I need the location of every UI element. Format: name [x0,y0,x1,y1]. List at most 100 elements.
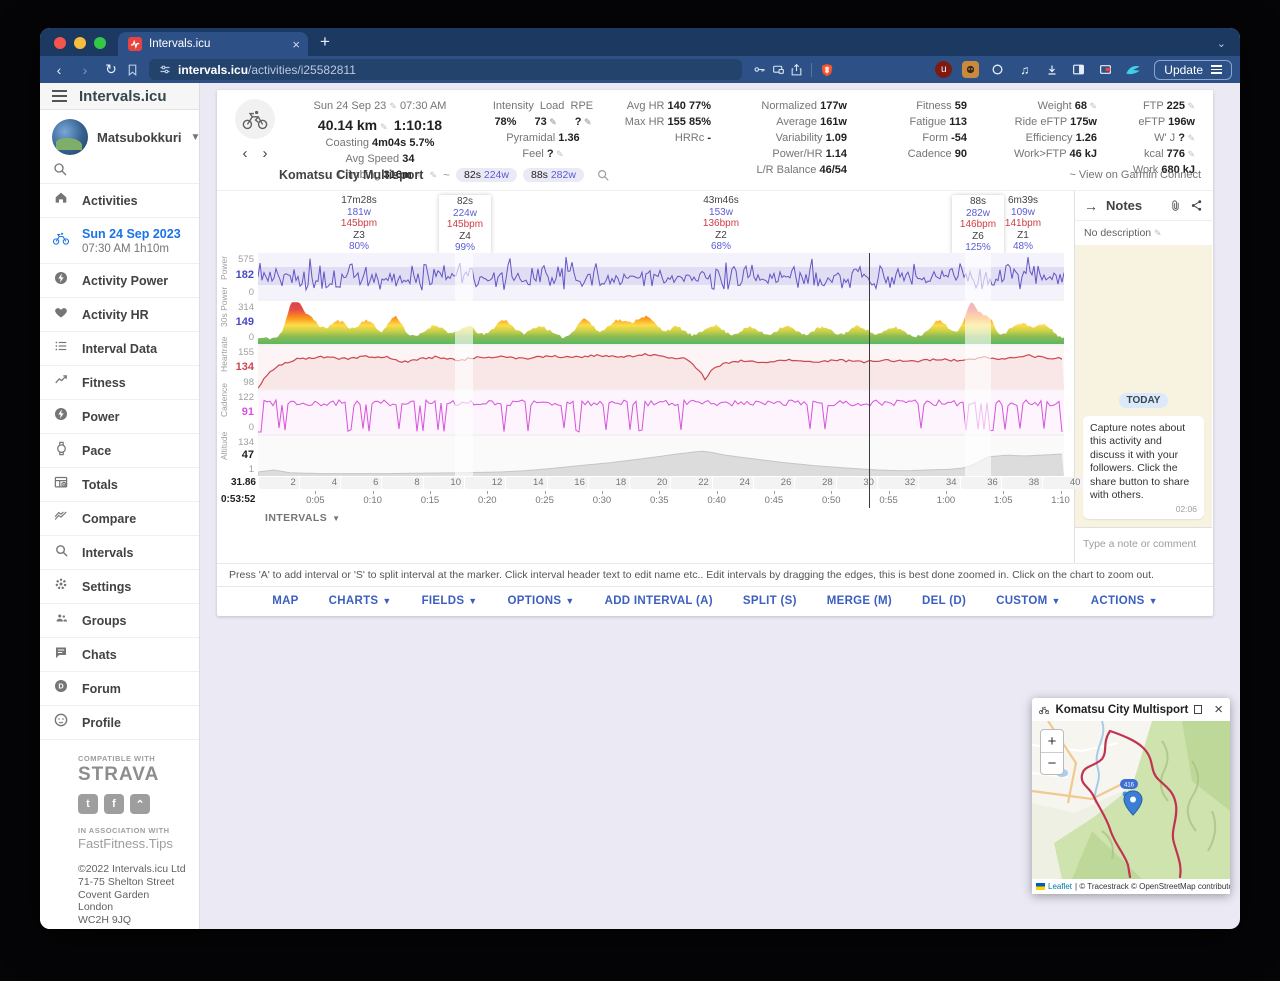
sidebar-item[interactable]: Compare [40,502,199,536]
sidebar-item[interactable]: Activity Power [40,264,199,298]
sidebar-item[interactable]: Pace [40,434,199,468]
site-settings-icon[interactable] [159,64,171,76]
toolbar-button[interactable]: CHARTS ▼ [329,595,392,607]
profile-caret-icon[interactable]: ▼ [191,132,199,143]
back-button[interactable]: ‹ [48,62,70,78]
sidebar-item-icon [52,339,70,358]
peak-power-chip[interactable]: 82s 224w [456,168,517,182]
map-canvas[interactable]: 416 + − [1032,721,1230,879]
menu-icon[interactable] [1211,63,1222,76]
fastfitness-link[interactable]: FastFitness.Tips [78,836,187,851]
strava-logo[interactable]: STRAVA [78,764,187,786]
new-tab-button[interactable]: + [308,32,342,56]
description-row[interactable]: No description ✎ [1075,221,1212,245]
activity-type-avatar[interactable] [235,99,275,139]
ext-music-icon[interactable]: ♫ [1016,61,1033,78]
sidebar-item[interactable]: Fitness [40,366,199,400]
sidebar-item[interactable]: Activities [40,184,199,218]
tab-close-icon[interactable]: × [292,38,300,51]
ext-circle-icon[interactable] [989,61,1006,78]
sidebar-item[interactable]: Chats [40,638,199,672]
facebook-icon[interactable]: f [104,794,124,814]
forward-button[interactable]: › [74,62,96,78]
tab-capture-icon[interactable] [771,63,786,76]
toolbar-button[interactable]: MAP [272,595,298,607]
hamburger-menu-icon[interactable] [52,87,67,105]
note-input[interactable] [1083,537,1204,550]
share-page-icon[interactable] [790,63,803,77]
toolbar-button[interactable]: MERGE (M) [827,595,892,607]
sidebar-item[interactable]: Activity HR [40,298,199,332]
browser-update-button[interactable]: Update [1154,59,1232,80]
interval-label[interactable]: 17m28s 181w 145bpm Z3 80% [333,195,385,253]
ext-monkey-icon[interactable] [962,61,980,78]
toolbar-button[interactable]: ACTIONS ▼ [1091,595,1158,607]
search-icon[interactable] [52,161,68,177]
toolbar-button[interactable]: FIELDS ▼ [422,595,478,607]
minimize-window-button[interactable] [74,37,86,49]
avatar[interactable] [52,119,88,155]
toolbar-button[interactable]: CUSTOM ▼ [996,595,1061,607]
sidebar-item[interactable]: Interval Data [40,332,199,366]
leaflet-link[interactable]: Leaflet [1048,882,1072,891]
sidebar-item[interactable]: D Forum [40,672,199,706]
activity-name[interactable]: Komatsu City Multisport [279,168,423,182]
distance-tick: 40 [1043,477,1084,489]
maximize-map-icon[interactable] [1194,705,1203,714]
zoom-out-button[interactable]: − [1041,752,1063,774]
toolbar-button[interactable]: OPTIONS ▼ [508,595,575,607]
ext-ublock-icon[interactable]: u [935,61,953,78]
sidebar-item[interactable]: Sun 24 Sep 2023 07:30 AM 1h10m [40,218,199,264]
tab-list-chevron-icon[interactable]: ⌄ [1203,37,1240,56]
zoom-search-icon[interactable] [596,168,610,182]
ext-flash-vpn-icon[interactable] [1124,61,1141,78]
sidebar-item-icon [52,509,70,528]
interval-highlight[interactable] [964,253,991,476]
interval-label[interactable]: 6m39s 109w 141bpm Z1 48% [997,195,1049,253]
sidebar-search[interactable] [40,159,199,183]
interval-label[interactable]: 82s 224w 145bpm Z4 99% [439,195,491,255]
map-header[interactable]: Komatsu City Multisport × [1032,698,1230,721]
ext-wallet-icon[interactable] [1097,61,1114,78]
strava-icon[interactable]: ⌃ [130,794,150,814]
sidebar-item[interactable]: Totals [40,468,199,502]
intervals-dropdown[interactable]: INTERVALS ▼ [217,508,1074,528]
interval-highlight[interactable] [454,253,474,476]
activity-date[interactable]: Sun 24 Sep 23 [314,100,387,112]
sidebar-item[interactable]: Intervals [40,536,199,570]
key-icon[interactable] [752,63,767,76]
sidebar-item[interactable]: Groups [40,604,199,638]
garmin-connect-link[interactable]: ~ View on Garmin Connect [1069,169,1201,181]
ext-download-icon[interactable] [1043,61,1060,78]
next-activity-button[interactable]: › [263,145,268,162]
peak-power-chip[interactable]: 88s 282w [522,168,584,182]
toolbar-button[interactable]: SPLIT (S) [743,595,797,607]
toolbar-button[interactable]: ADD INTERVAL (A) [605,595,713,607]
prev-activity-button[interactable]: ‹ [243,145,248,162]
collapse-notes-icon[interactable]: → [1084,198,1098,214]
sidebar-item[interactable]: Profile [40,706,199,740]
zoom-window-button[interactable] [94,37,106,49]
marker-value: 47 [241,449,254,461]
reload-button[interactable]: ↻ [100,61,122,78]
close-map-icon[interactable]: × [1214,701,1223,718]
interval-label[interactable]: 43m46s 153w 136bpm Z2 68% [695,195,747,253]
bookmark-icon[interactable] [126,63,139,77]
sidebar-item-icon [52,576,70,597]
ext-sidebar-icon[interactable] [1070,61,1087,78]
share-icon[interactable] [1190,199,1203,212]
sidebar-item[interactable]: Settings [40,570,199,604]
toolbar-button[interactable]: DEL (D) [922,595,966,607]
chart-marker[interactable] [868,253,870,508]
sidebar-item[interactable]: Power [40,400,199,434]
attach-icon[interactable] [1169,199,1182,213]
distance-tick: 14 [506,477,547,489]
activity-chart[interactable]: Power 575 182 0 30s Power 314 149 0 Heartrate 155… [217,253,1074,476]
zoom-in-button[interactable]: + [1041,730,1063,752]
close-window-button[interactable] [54,37,66,49]
twitter-icon[interactable]: t [78,794,98,814]
browser-tab[interactable]: Intervals.icu × [118,32,308,56]
brave-shield-icon[interactable] [820,62,834,78]
profile-row[interactable]: Matsubokkuri ▼ [40,110,199,159]
url-bar[interactable]: intervals.icu/activities/i25582811 [149,59,743,80]
